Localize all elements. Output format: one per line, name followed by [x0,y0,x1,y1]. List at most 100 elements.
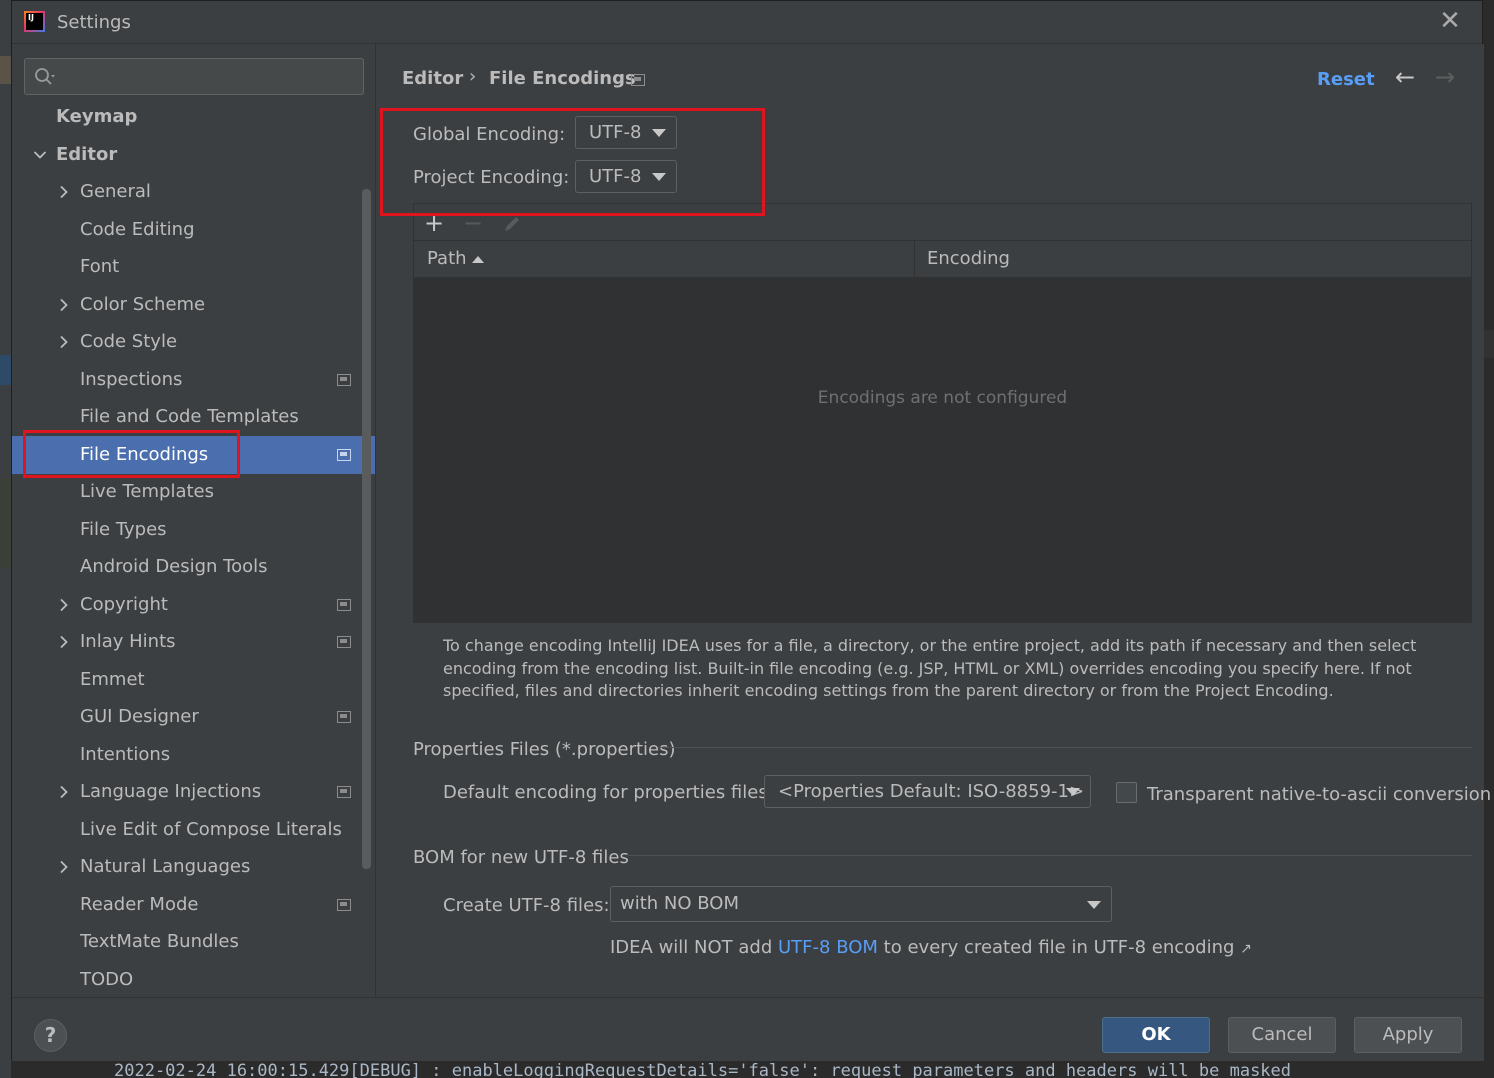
sidebar-item-intentions[interactable]: Intentions [12,736,375,774]
sidebar-item-label: File and Code Templates [80,406,299,427]
breadcrumb-separator-icon: › [469,66,477,87]
sidebar-item-inspections[interactable]: Inspections [12,361,375,399]
bom-hint-prefix: IDEA will NOT add [610,937,773,958]
chevron-down-icon[interactable] [33,136,47,174]
sidebar-item-label: Language Injections [80,781,262,802]
sidebar-item-file-encodings[interactable]: File Encodings [12,436,375,474]
column-header-path[interactable]: Path [414,241,914,277]
project-level-icon [337,636,351,648]
utf8-bom-link[interactable]: UTF-8 BOM [778,937,878,958]
chevron-right-icon[interactable] [57,286,71,324]
breadcrumb-current: File Encodings [489,68,636,89]
project-level-icon [337,449,351,461]
sidebar-item-language-injections[interactable]: Language Injections [12,773,375,811]
chevron-right-icon[interactable] [57,323,71,361]
add-icon[interactable]: + [422,211,446,236]
sidebar-item-natural-languages[interactable]: Natural Languages [12,848,375,886]
reset-link[interactable]: Reset [1317,69,1375,90]
sidebar-item-label: Code Style [80,331,178,352]
sidebar-item-todo[interactable]: TODO [12,961,375,997]
column-header-path-label: Path [427,248,467,269]
transparent-conversion-label[interactable]: Transparent native-to-ascii conversion [1147,784,1491,805]
project-encoding-label: Project Encoding: [413,167,570,188]
sidebar-item-file-and-code-templates[interactable]: File and Code Templates [12,398,375,436]
chevron-right-icon[interactable] [57,173,71,211]
sidebar-item-live-edit-compose[interactable]: Live Edit of Compose Literals [12,811,375,849]
sidebar-item-label: Live Templates [80,481,214,502]
project-encoding-dropdown[interactable]: UTF-8 [575,160,677,193]
sidebar-item-inlay-hints[interactable]: Inlay Hints [12,623,375,661]
encoding-description: To change encoding IntelliJ IDEA uses fo… [443,636,1417,700]
settings-dialog: IJ Settings ✕ Keymap Editor General Code… [11,0,1491,1061]
sidebar-item-label: Color Scheme [80,294,206,315]
dropdown-arrow-icon [652,129,666,137]
cancel-button[interactable]: Cancel [1228,1017,1336,1053]
table-header: Path Encoding [414,240,1471,278]
chevron-right-icon[interactable] [57,848,71,886]
sidebar-item-android-design-tools[interactable]: Android Design Tools [12,548,375,586]
sidebar-item-emmet[interactable]: Emmet [12,661,375,699]
breadcrumb-parent[interactable]: Editor [402,68,463,89]
search-icon [35,68,55,85]
sidebar-item-color-scheme[interactable]: Color Scheme [12,286,375,324]
sidebar-item-label: GUI Designer [80,706,199,727]
close-icon[interactable]: ✕ [1436,7,1464,35]
sidebar-item-label: Intentions [80,744,171,765]
sidebar-item-code-style[interactable]: Code Style [12,323,375,361]
global-encoding-dropdown[interactable]: UTF-8 [575,116,677,149]
project-level-icon [337,786,351,798]
sidebar-item-live-templates[interactable]: Live Templates [12,473,375,511]
sidebar-item-label: Live Edit of Compose Literals [80,819,342,840]
sidebar-item-keymap[interactable]: Keymap [12,98,375,136]
sidebar-item-label: Copyright [80,594,168,615]
back-arrow-icon[interactable]: ← [1392,64,1418,90]
sidebar-item-copyright[interactable]: Copyright [12,586,375,624]
sidebar-item-gui-designer[interactable]: GUI Designer [12,698,375,736]
external-link-icon[interactable]: ↗ [1240,941,1252,957]
sidebar-item-reader-mode[interactable]: Reader Mode [12,886,375,924]
window-title: Settings [57,12,131,33]
bom-hint-suffix: to every created file in UTF-8 encoding [883,937,1235,958]
sidebar-item-font[interactable]: Font [12,248,375,286]
background-ide-right [1483,0,1494,1078]
chevron-right-icon[interactable] [57,586,71,624]
edit-pencil-icon[interactable] [500,212,524,236]
sidebar-scrollbar[interactable] [362,189,371,869]
project-encoding-value: UTF-8 [589,166,642,187]
global-encoding-label: Global Encoding: [413,124,566,145]
settings-content: Editor › File Encodings Reset ← → Global… [376,44,1491,997]
background-console-line: 2022-02-24 16:00:15.429[DEBUG] : enableL… [114,1061,1292,1078]
bom-section-title: BOM for new UTF-8 files [413,847,629,868]
sidebar-item-label: Code Editing [80,219,195,240]
properties-default-label: Default encoding for properties files: [443,782,774,803]
transparent-conversion-checkbox[interactable] [1116,782,1137,803]
chevron-right-icon[interactable] [57,623,71,661]
global-encoding-value: UTF-8 [589,122,642,143]
sort-ascending-icon [472,256,484,263]
project-level-icon [337,711,351,723]
column-header-encoding[interactable]: Encoding [914,241,1471,277]
sidebar-item-label: Reader Mode [80,894,199,915]
help-button[interactable]: ? [34,1019,67,1052]
sidebar-item-code-editing[interactable]: Code Editing [12,211,375,249]
create-utf8-label: Create UTF-8 files: [443,895,610,916]
settings-sidebar: Keymap Editor General Code Editing Font … [12,44,375,997]
remove-icon[interactable]: − [461,211,485,236]
table-body[interactable]: Encodings are not configured [414,278,1471,622]
properties-encoding-dropdown[interactable]: <Properties Default: ISO-8859-1> [764,775,1091,808]
sidebar-item-label: TODO [80,969,134,990]
chevron-right-icon[interactable] [57,773,71,811]
apply-button[interactable]: Apply [1354,1017,1462,1053]
sidebar-item-textmate-bundles[interactable]: TextMate Bundles [12,923,375,961]
sidebar-item-label: General [80,181,151,202]
create-utf8-dropdown[interactable]: with NO BOM [610,886,1112,922]
search-input[interactable] [24,58,364,95]
sidebar-item-file-types[interactable]: File Types [12,511,375,549]
sidebar-item-general[interactable]: General [12,173,375,211]
column-header-encoding-label: Encoding [927,248,1010,269]
bom-hint: IDEA will NOT add UTF-8 BOM to every cre… [610,937,1252,958]
sidebar-item-editor[interactable]: Editor [12,136,375,174]
forward-arrow-icon[interactable]: → [1432,64,1458,90]
sidebar-item-label: Font [80,256,120,277]
ok-button[interactable]: OK [1102,1017,1210,1053]
